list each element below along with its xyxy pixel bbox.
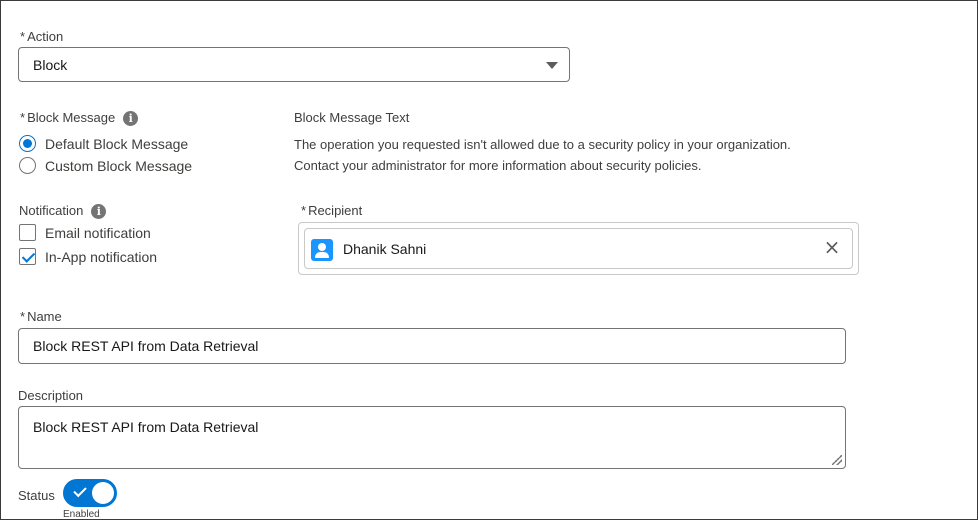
recipient-pill[interactable]: Dhanik Sahni × xyxy=(304,228,853,269)
user-icon xyxy=(311,239,333,261)
status-toggle[interactable] xyxy=(63,479,117,507)
email-notification-label[interactable]: Email notification xyxy=(45,225,151,241)
block-message-text-label: Block Message Text xyxy=(294,110,410,125)
check-icon xyxy=(73,483,87,498)
info-icon[interactable]: i xyxy=(123,111,139,127)
close-icon[interactable]: × xyxy=(822,237,842,257)
block-message-text-line: The operation you requested isn't allowe… xyxy=(294,137,791,152)
required-mark: * xyxy=(20,29,26,44)
recipient-lookup[interactable]: Dhanik Sahni × xyxy=(298,222,859,275)
name-input[interactable] xyxy=(18,328,846,364)
info-icon[interactable]: i xyxy=(91,204,107,220)
description-label: Description xyxy=(18,388,84,403)
action-select-value: Block xyxy=(33,57,68,73)
recipient-name: Dhanik Sahni xyxy=(343,241,427,257)
recipient-label-text: Recipient xyxy=(308,203,363,218)
resize-handle-icon[interactable] xyxy=(832,455,842,465)
radio-custom-block-message[interactable] xyxy=(19,157,36,174)
block-message-text-line: Contact your administrator for more info… xyxy=(294,158,702,173)
radio-default-block-message[interactable] xyxy=(19,135,36,152)
action-label-text: Action xyxy=(27,29,64,44)
radio-default-block-message-label[interactable]: Default Block Message xyxy=(45,136,188,152)
in-app-notification-label[interactable]: In-App notification xyxy=(45,249,157,265)
block-message-label: * Block Message i xyxy=(20,110,139,127)
recipient-label: * Recipient xyxy=(301,203,362,218)
block-message-label-text: Block Message xyxy=(27,110,116,125)
toggle-knob xyxy=(92,482,114,504)
name-label: * Name xyxy=(20,309,62,324)
action-label: * Action xyxy=(20,29,63,44)
radio-custom-block-message-label[interactable]: Custom Block Message xyxy=(45,158,192,174)
action-select[interactable]: Block xyxy=(18,47,570,82)
block-message-text: The operation you requested isn't allowe… xyxy=(294,134,791,176)
chevron-down-icon xyxy=(546,62,558,69)
email-notification-checkbox[interactable] xyxy=(19,224,36,241)
status-label: Status xyxy=(18,488,55,503)
description-textarea[interactable]: Block REST API from Data Retrieval xyxy=(18,406,846,469)
required-mark: * xyxy=(20,110,26,125)
required-mark: * xyxy=(20,309,26,324)
status-toggle-state: Enabled xyxy=(63,509,100,520)
required-mark: * xyxy=(301,203,307,218)
name-label-text: Name xyxy=(27,309,62,324)
notification-label: Notification i xyxy=(19,203,107,220)
in-app-notification-checkbox[interactable] xyxy=(19,248,36,265)
notification-label-text: Notification xyxy=(19,203,84,218)
